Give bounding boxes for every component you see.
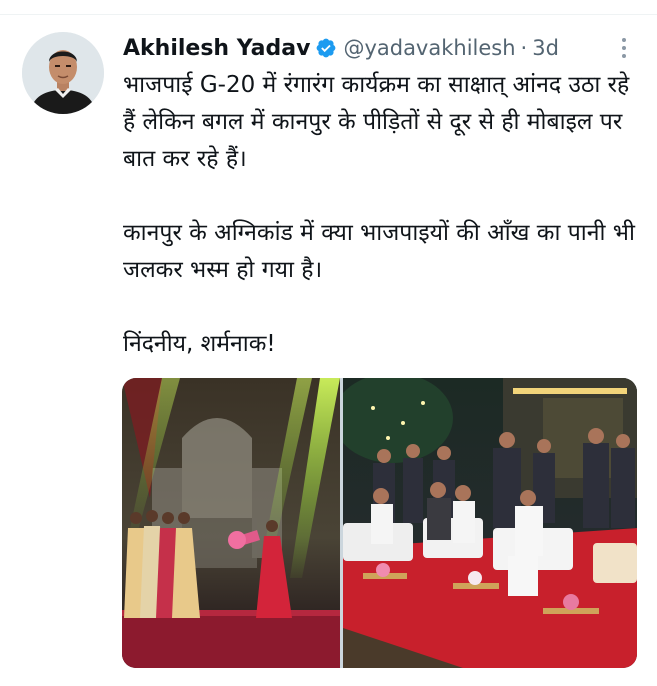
top-divider [0, 14, 657, 15]
media-photo-dignitaries[interactable] [343, 378, 637, 668]
verified-badge-icon [315, 37, 337, 59]
tweet-timestamp[interactable]: 3d [532, 36, 559, 60]
tweet-media[interactable] [122, 378, 637, 668]
avatar-image [22, 32, 104, 114]
separator-dot: · [520, 36, 528, 60]
more-options-icon[interactable] [612, 36, 636, 60]
tweet-header: Akhilesh Yadav @yadavakhilesh · 3d [123, 33, 559, 63]
author-name[interactable]: Akhilesh Yadav [123, 36, 310, 61]
author-handle[interactable]: @yadavakhilesh [343, 36, 515, 60]
media-photo-dance[interactable] [122, 378, 340, 668]
avatar[interactable] [22, 32, 104, 114]
tweet-text: भाजपाई G-20 में रंगारंग कार्यक्रम का साक… [123, 72, 635, 357]
